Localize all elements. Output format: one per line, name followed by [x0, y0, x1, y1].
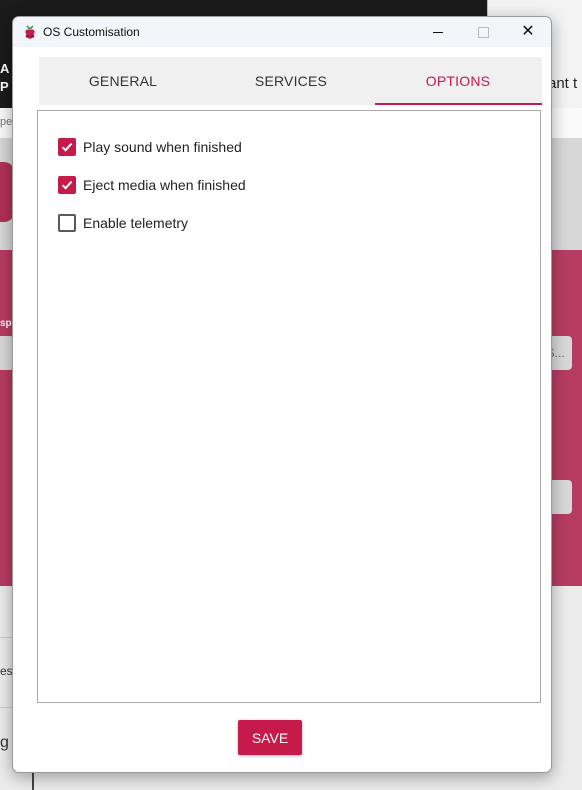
background-text-fragment: es: [0, 664, 13, 678]
background-text-fragment: pe: [0, 116, 13, 128]
eject-media-label: Eject media when finished: [83, 177, 246, 193]
close-icon: ✕: [521, 23, 535, 40]
tab-services[interactable]: SERVICES: [207, 57, 375, 105]
maximize-icon: [477, 26, 489, 38]
tab-general[interactable]: GENERAL: [39, 57, 207, 105]
option-enable-telemetry[interactable]: Enable telemetry: [58, 213, 188, 233]
maximize-button[interactable]: [460, 17, 506, 47]
background-text-fragment: ant t: [548, 75, 578, 92]
options-panel: Play sound when finished Eject media whe…: [37, 110, 541, 703]
option-play-sound[interactable]: Play sound when finished: [58, 137, 242, 157]
save-button[interactable]: SAVE: [238, 720, 302, 755]
enable-telemetry-checkbox[interactable]: [58, 214, 76, 232]
background-text-fragment: sp: [0, 318, 12, 329]
play-sound-checkbox[interactable]: [58, 138, 76, 156]
active-tab-indicator: [375, 103, 542, 105]
eject-media-checkbox[interactable]: [58, 176, 76, 194]
raspberry-pi-icon: [25, 25, 35, 39]
os-customisation-dialog: OS Customisation ✕ GENERAL SERVICES OPTI…: [12, 16, 552, 773]
close-button[interactable]: ✕: [505, 17, 551, 47]
tab-bar: GENERAL SERVICES OPTIONS: [39, 57, 542, 105]
title-bar[interactable]: OS Customisation ✕: [13, 17, 551, 47]
option-eject-media[interactable]: Eject media when finished: [58, 175, 246, 195]
minimize-icon: [433, 31, 443, 33]
tab-options[interactable]: OPTIONS: [374, 57, 542, 105]
checkmark-icon: [61, 142, 73, 152]
window-title: OS Customisation: [43, 25, 140, 39]
background-text-fragment: A P: [0, 61, 10, 94]
minimize-button[interactable]: [415, 17, 461, 47]
play-sound-label: Play sound when finished: [83, 139, 242, 155]
enable-telemetry-label: Enable telemetry: [83, 215, 189, 231]
checkmark-icon: [61, 180, 73, 190]
background-text-fragment: g: [0, 734, 9, 751]
